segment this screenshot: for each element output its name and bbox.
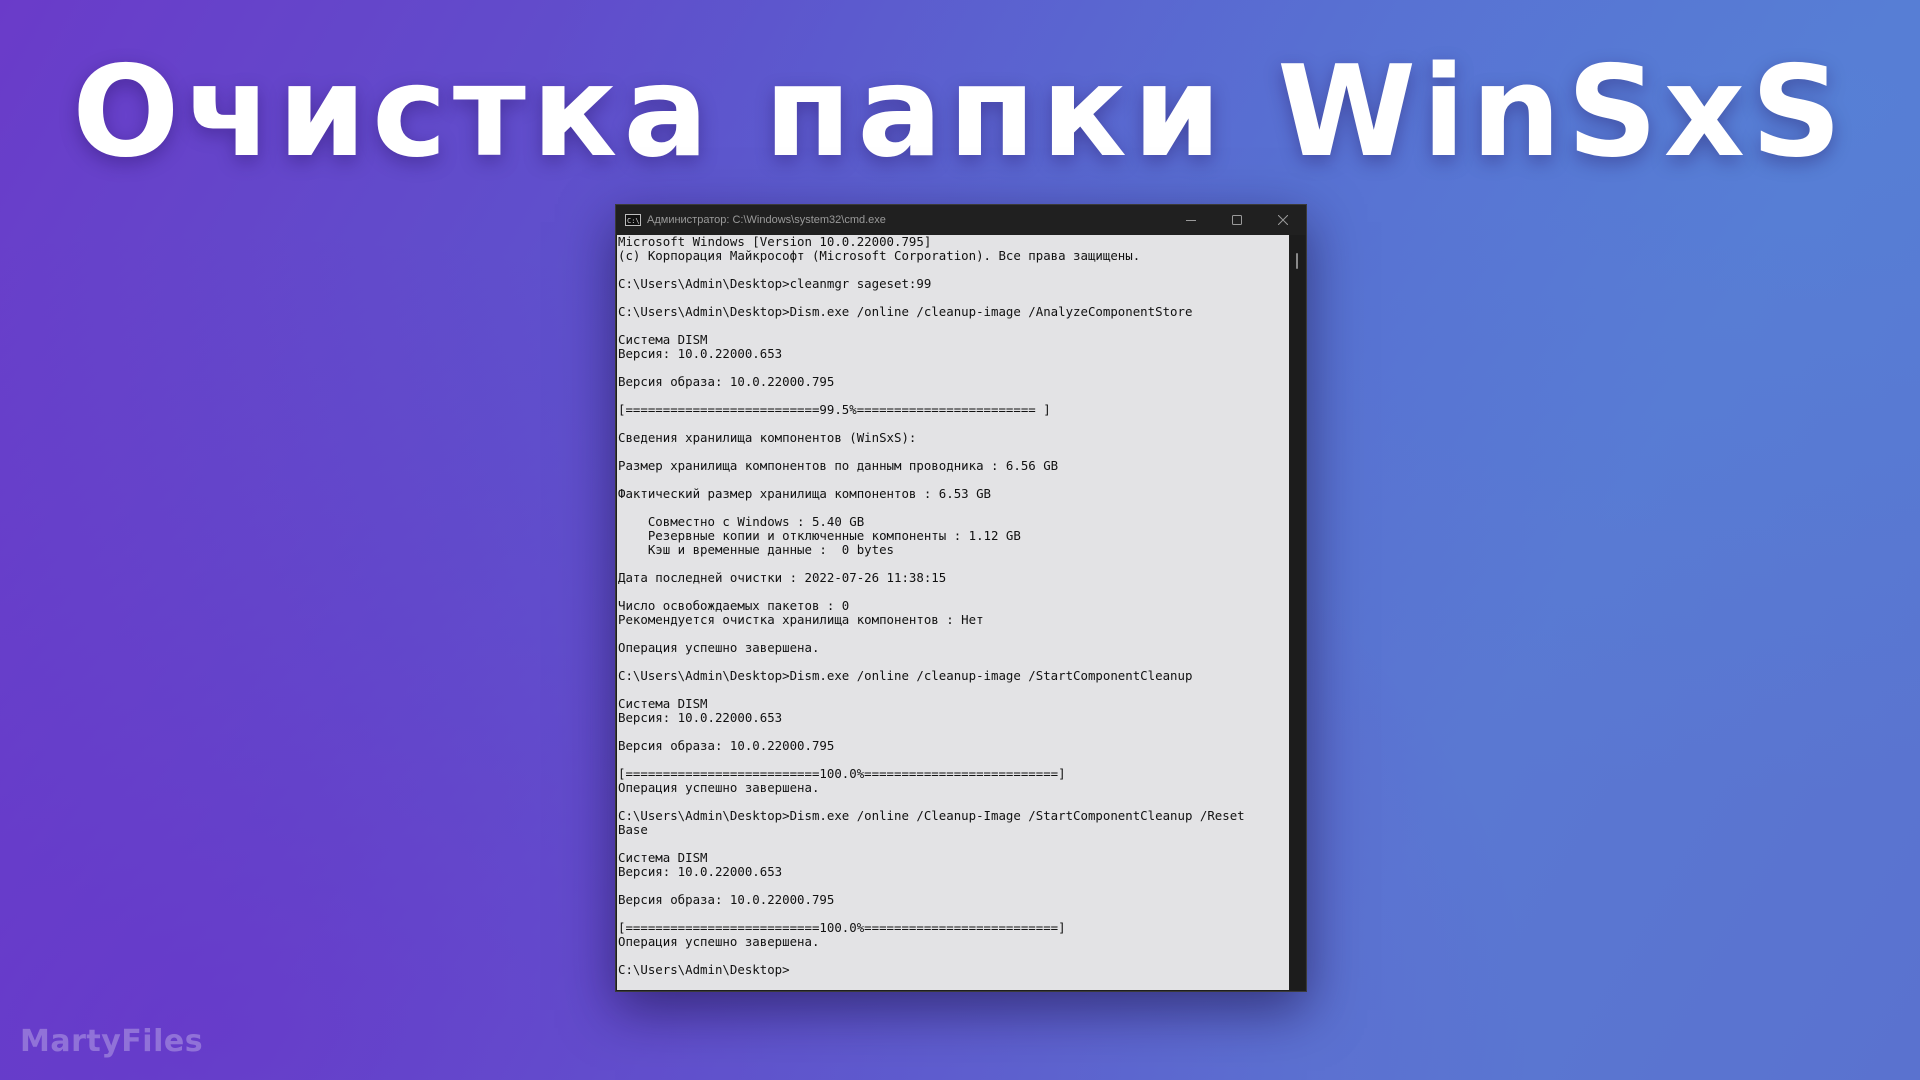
console-line: Резервные копии и отключенные компоненты… <box>618 528 1021 543</box>
page-headline: Очистка папки WinSxS <box>72 38 1848 185</box>
console-line: (c) Корпорация Майкрософт (Microsoft Cor… <box>618 248 1141 263</box>
console-line: Размер хранилища компонентов по данным п… <box>618 458 1059 473</box>
console-line: Версия образа: 10.0.22000.795 <box>618 738 835 753</box>
console-line: [==========================100.0%=======… <box>618 920 1066 935</box>
close-button[interactable] <box>1260 205 1306 235</box>
console-scrollbar[interactable] <box>1290 235 1305 990</box>
cmd-window: C:\ Администратор: C:\Windows\system32\c… <box>615 204 1307 992</box>
scrollbar-thumb[interactable] <box>1296 253 1298 269</box>
console-line: [==========================99.5%========… <box>618 402 1051 417</box>
console-line: Cистема DISM <box>618 696 708 711</box>
console-line: Дата последней очистки : 2022-07-26 11:3… <box>618 570 947 585</box>
console-line: Рекомендуется очистка хранилища компонен… <box>618 612 984 627</box>
window-titlebar[interactable]: C:\ Администратор: C:\Windows\system32\c… <box>616 205 1306 235</box>
console-line: Совместно с Windows : 5.40 GB <box>618 514 865 529</box>
console-line: Версия образа: 10.0.22000.795 <box>618 374 835 389</box>
console-line: Кэш и временные данные : 0 bytes <box>618 542 895 557</box>
close-icon <box>1278 215 1288 225</box>
console-line: C:\Users\Admin\Desktop>Dism.exe /online … <box>618 304 1193 319</box>
console-line: Сведения хранилища компонентов (WinSxS): <box>618 430 917 445</box>
window-controls <box>1168 205 1306 235</box>
console-line: Число освобождаемых пакетов : 0 <box>618 598 850 613</box>
console-line: C:\Users\Admin\Desktop> <box>618 962 790 977</box>
console-line: Версия: 10.0.22000.653 <box>618 864 783 879</box>
console-line: Версия: 10.0.22000.653 <box>618 710 783 725</box>
console-line: Операция успешно завершена. <box>618 640 820 655</box>
console-line: Фактический размер хранилища компонентов… <box>618 486 991 501</box>
console-line: Cистема DISM <box>618 850 708 865</box>
maximize-icon <box>1232 215 1242 225</box>
minimize-icon <box>1186 220 1196 221</box>
maximize-button[interactable] <box>1214 205 1260 235</box>
window-title: Администратор: C:\Windows\system32\cmd.e… <box>647 214 886 226</box>
console-line: Операция успешно завершена. <box>618 934 820 949</box>
minimize-button[interactable] <box>1168 205 1214 235</box>
console-line: C:\Users\Admin\Desktop>cleanmgr sageset:… <box>618 276 932 291</box>
console-line: [==========================100.0%=======… <box>618 766 1066 781</box>
console-line: Операция успешно завершена. <box>618 780 820 795</box>
cmd-app-icon[interactable]: C:\ <box>625 214 641 226</box>
watermark-logo: MartyFiles <box>20 1024 204 1059</box>
console-line: Microsoft Windows [Version 10.0.22000.79… <box>618 235 932 249</box>
console-line: Версия образа: 10.0.22000.795 <box>618 892 835 907</box>
console-line: Cистема DISM <box>618 332 708 347</box>
console-output[interactable]: Microsoft Windows [Version 10.0.22000.79… <box>617 235 1289 990</box>
console-line: C:\Users\Admin\Desktop>Dism.exe /online … <box>618 668 1193 683</box>
console-line: Версия: 10.0.22000.653 <box>618 346 783 361</box>
console-line: C:\Users\Admin\Desktop>Dism.exe /online … <box>618 808 1245 823</box>
console-line: Base <box>618 822 648 837</box>
